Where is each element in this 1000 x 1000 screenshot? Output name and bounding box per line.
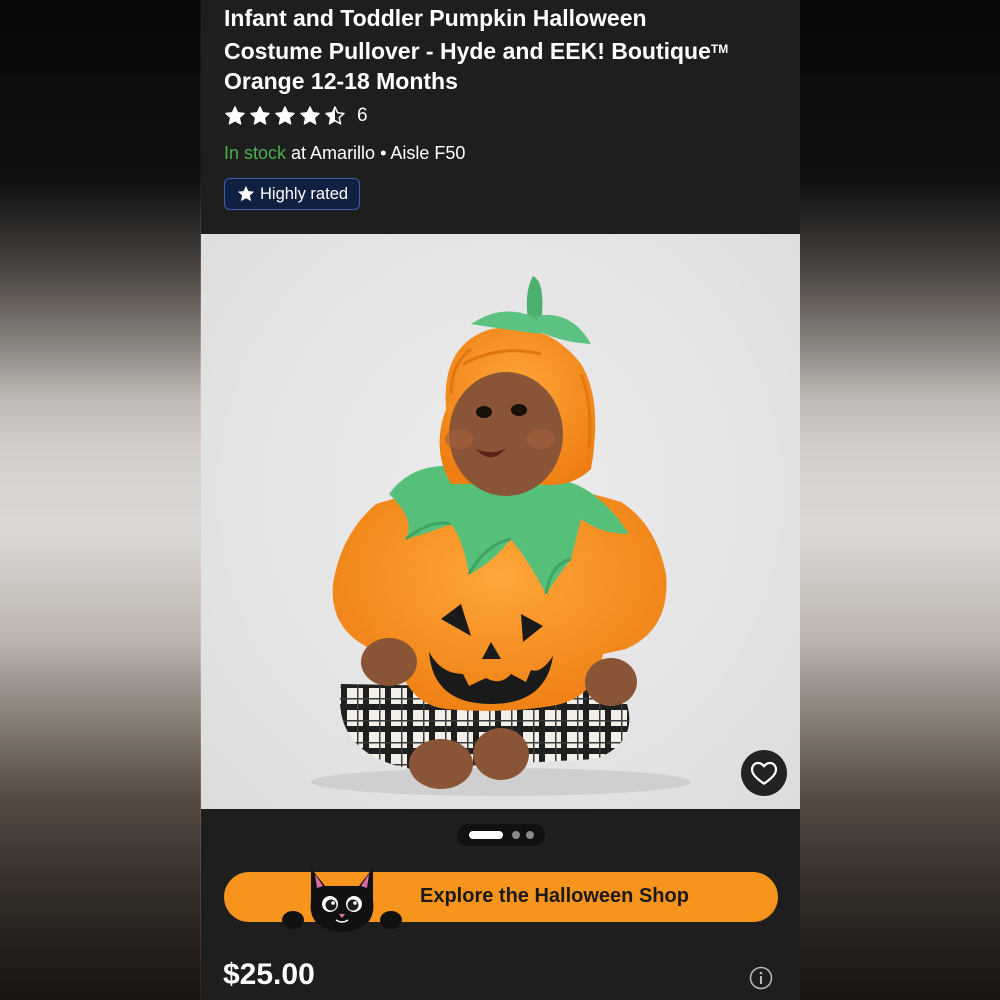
explore-halloween-shop-label: Explore the Halloween Shop <box>420 885 689 907</box>
availability[interactable]: In stock at Amarillo • Aisle F50 <box>224 143 465 164</box>
carousel-dot-2[interactable] <box>511 831 520 839</box>
title-line-2: Costume Pullover - Hyde and EEK! Boutiqu… <box>224 37 711 64</box>
product-screen: Infant and Toddler Pumpkin Halloween Cos… <box>201 0 800 1000</box>
star-icon <box>237 185 255 202</box>
highly-rated-badge: Highly rated <box>224 178 361 210</box>
star-half-icon <box>325 106 345 125</box>
store-location: at Amarillo • Aisle F50 <box>286 143 466 163</box>
star-full-icon <box>225 106 245 125</box>
product-title: Infant and Toddler Pumpkin Halloween Cos… <box>224 3 784 97</box>
blurred-background-left <box>0 0 200 1000</box>
in-stock-status: In stock <box>224 143 287 163</box>
product-image[interactable] <box>201 234 800 809</box>
heart-icon <box>750 761 778 785</box>
baby-pumpkin-costume-image <box>311 276 691 796</box>
blurred-background-right <box>800 0 1000 1000</box>
product-price: $25.00 <box>223 958 315 991</box>
badge-label: Highly rated <box>260 184 349 203</box>
title-line-1: Infant and Toddler Pumpkin Halloween <box>224 5 647 31</box>
carousel-indicator[interactable] <box>457 824 545 846</box>
title-line-3: Orange 12-18 Months <box>224 68 458 94</box>
carousel-dot-1[interactable] <box>468 831 503 839</box>
carousel-dot-3[interactable] <box>525 831 534 839</box>
rating-count[interactable]: 6 <box>357 105 368 127</box>
info-icon[interactable] <box>749 966 773 990</box>
star-full-icon <box>250 106 270 125</box>
black-cat-mascot-icon <box>282 868 402 932</box>
star-full-icon <box>275 106 295 125</box>
star-rating <box>224 105 349 127</box>
rating-row[interactable]: 6 <box>224 103 368 129</box>
favorite-button[interactable] <box>741 750 787 796</box>
trademark-mark: TM <box>710 41 729 56</box>
star-full-icon <box>300 106 320 125</box>
